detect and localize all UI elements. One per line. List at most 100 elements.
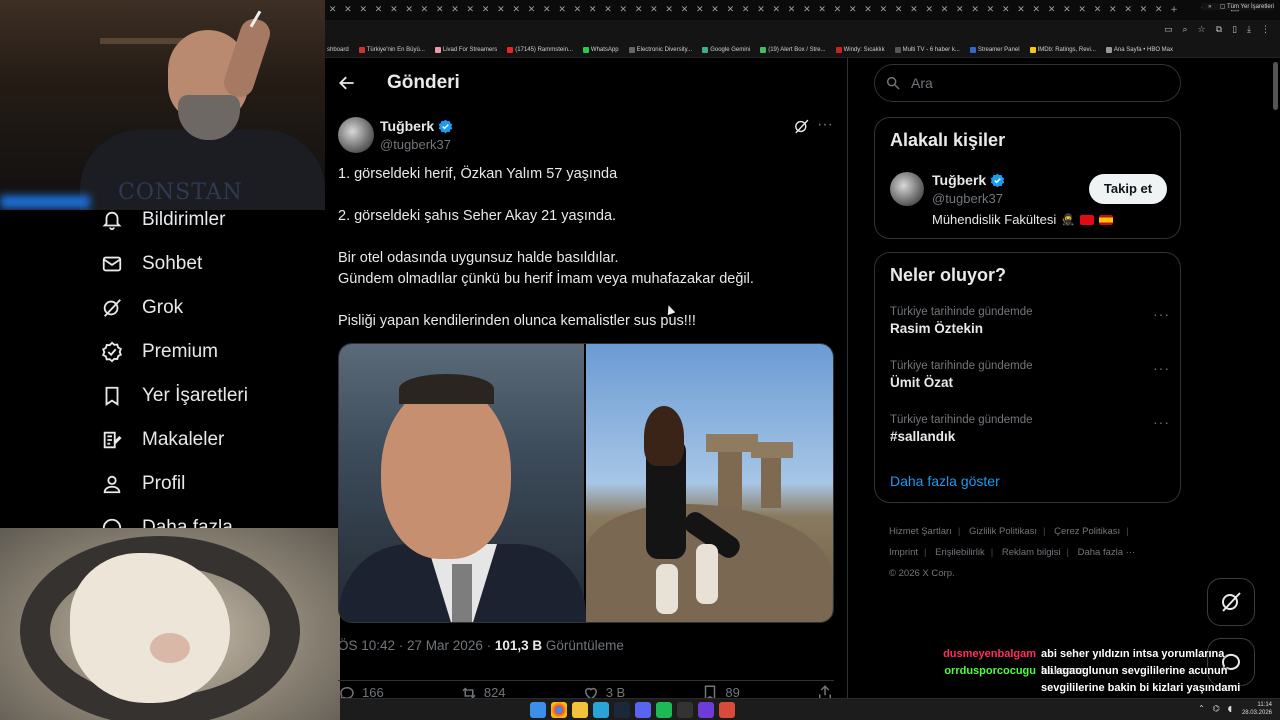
browser-tab-x-icon[interactable]: ✕: [585, 5, 600, 15]
browser-tab-x-icon[interactable]: ✕: [386, 5, 401, 15]
browser-tab-x-icon[interactable]: ✕: [952, 5, 967, 15]
browser-tab-x-icon[interactable]: ✕: [539, 5, 554, 15]
bookmark-item[interactable]: (19) Alert Box / Stre...: [760, 46, 826, 53]
browser-tab-x-icon[interactable]: ✕: [1120, 5, 1135, 15]
browser-tab-x-icon[interactable]: ✕: [340, 5, 355, 15]
app-icon[interactable]: [719, 702, 735, 718]
bookmark-item[interactable]: Türkiye'nin En Büyü...: [358, 46, 425, 53]
footer-link[interactable]: Daha fazla ···: [1078, 547, 1136, 558]
start-icon[interactable]: [530, 702, 546, 718]
author-name[interactable]: Tuğberk: [380, 118, 453, 134]
browser-tab-x-icon[interactable]: ✕: [1075, 5, 1090, 15]
browser-tab-x-icon[interactable]: ✕: [1090, 5, 1105, 15]
bookmark-item[interactable]: Streamer Panel: [969, 46, 1020, 53]
browser-tab-x-icon[interactable]: ✕: [401, 5, 416, 15]
volume-icon[interactable]: ◖: [1228, 704, 1232, 713]
browser-tab-x-icon[interactable]: ✕: [524, 5, 539, 15]
avatar[interactable]: [338, 117, 374, 153]
spotify-icon[interactable]: [656, 702, 672, 718]
bookmark-item[interactable]: IMDb: Ratings, Revi...: [1029, 46, 1096, 53]
browser-tab-x-icon[interactable]: ✕: [616, 5, 631, 15]
browser-tab-x-icon[interactable]: ✕: [922, 5, 937, 15]
show-more-link[interactable]: Daha fazla göster: [890, 473, 1000, 489]
nav-item-chat[interactable]: Sohbet: [100, 248, 202, 280]
tray-chevron-icon[interactable]: ⌃: [1198, 704, 1205, 713]
chrome-icon[interactable]: [551, 702, 567, 718]
more-options-icon[interactable]: ···: [1153, 414, 1170, 430]
browser-tab-x-icon[interactable]: ✕: [1029, 5, 1044, 15]
browser-tab-x-icon[interactable]: ✕: [463, 5, 478, 15]
browser-tab-x-icon[interactable]: ✕: [738, 5, 753, 15]
footer-link[interactable]: Çerez Politikası: [1054, 526, 1120, 537]
bookmark-item[interactable]: (17145) Rammstein...: [507, 46, 573, 53]
explorer-icon[interactable]: [572, 702, 588, 718]
star-icon[interactable]: ☆: [1198, 25, 1206, 35]
browser-tab-x-icon[interactable]: ✕: [631, 5, 646, 15]
footer-link[interactable]: Erişilebilirlik: [935, 547, 985, 558]
nav-item-profile[interactable]: Profil: [100, 468, 185, 500]
post-image-2[interactable]: [586, 344, 833, 622]
footer-link[interactable]: Gizlilik Politikası: [969, 526, 1037, 537]
more-options-icon[interactable]: ···: [1153, 306, 1170, 322]
grok-explain-icon[interactable]: [793, 118, 811, 136]
nav-item-grok[interactable]: Grok: [100, 292, 183, 324]
extensions-icon[interactable]: ⧉: [1216, 25, 1222, 35]
browser-tab-x-icon[interactable]: ✕: [1105, 5, 1120, 15]
search-input[interactable]: Ara: [874, 64, 1181, 102]
browser-tab-x-icon[interactable]: ✕: [1059, 5, 1074, 15]
browser-tab-x-icon[interactable]: ✕: [600, 5, 615, 15]
browser-tab-x-icon[interactable]: ✕: [432, 5, 447, 15]
related-handle[interactable]: @tugberk37: [932, 191, 1003, 206]
network-icon[interactable]: ⌬: [1213, 704, 1220, 713]
bookmark-item[interactable]: Windy: Sıcaklık: [835, 46, 885, 53]
nav-item-notifications[interactable]: Bildirimler: [100, 204, 225, 236]
browser-tab-x-icon[interactable]: ✕: [845, 5, 860, 15]
bookmark-item[interactable]: Electronic Diversity...: [628, 46, 692, 53]
new-tab-icon[interactable]: +: [1166, 5, 1181, 15]
browser-tab-x-icon[interactable]: ✕: [447, 5, 462, 15]
post-media[interactable]: [338, 343, 834, 623]
avatar[interactable]: [890, 172, 924, 206]
footer-link[interactable]: Reklam bilgisi: [1002, 547, 1061, 558]
all-bookmarks[interactable]: » ▢ Tüm Yer İşaretleri: [1202, 3, 1274, 10]
footer-link[interactable]: Hizmet Şartları: [889, 526, 952, 537]
nav-item-articles[interactable]: Makaleler: [100, 424, 224, 456]
browser-tab-x-icon[interactable]: ✕: [325, 5, 340, 15]
discord-icon[interactable]: [635, 702, 651, 718]
clock[interactable]: 11:14 28.03.2026: [1242, 701, 1272, 717]
browser-tab-x-icon[interactable]: ✕: [784, 5, 799, 15]
bookmark-item[interactable]: Livad For Streamers: [434, 46, 497, 53]
app-icon[interactable]: [698, 702, 714, 718]
browser-tab-x-icon[interactable]: ✕: [998, 5, 1013, 15]
bookmark-item[interactable]: shboard: [327, 47, 349, 53]
grok-fab-button[interactable]: [1207, 578, 1255, 626]
browser-tab-x-icon[interactable]: ✕: [493, 5, 508, 15]
steam-icon[interactable]: [614, 702, 630, 718]
more-options-icon[interactable]: ···: [817, 117, 835, 136]
post-timestamp[interactable]: ÖS 10:42 · 27 Mar 2026 ·: [338, 638, 495, 653]
back-arrow-icon[interactable]: [337, 73, 359, 95]
browser-tab-x-icon[interactable]: ✕: [753, 5, 768, 15]
nav-item-bookmarks[interactable]: Yer İşaretleri: [100, 380, 248, 412]
browser-tab-x-icon[interactable]: ✕: [707, 5, 722, 15]
trend-item[interactable]: Türkiye tarihinde gündemde Rasim Öztekin…: [890, 306, 1170, 336]
browser-tab-x-icon[interactable]: ✕: [799, 5, 814, 15]
trend-item[interactable]: Türkiye tarihinde gündemde Ümit Özat ···: [890, 360, 1170, 390]
cast-icon[interactable]: ▭: [1164, 25, 1173, 35]
bookmark-item[interactable]: Multi TV - 6 haber k...: [894, 46, 960, 53]
sidepanel-icon[interactable]: ▯: [1232, 25, 1237, 35]
browser-tab-x-icon[interactable]: ✕: [677, 5, 692, 15]
browser-tab-x-icon[interactable]: ✕: [1151, 5, 1166, 15]
browser-tab-x-icon[interactable]: ✕: [830, 5, 845, 15]
browser-tab-x-icon[interactable]: ✕: [662, 5, 677, 15]
browser-tab-x-icon[interactable]: ✕: [769, 5, 784, 15]
browser-tab-x-icon[interactable]: ✕: [570, 5, 585, 15]
footer-link[interactable]: Imprint: [889, 547, 918, 558]
browser-tab-x-icon[interactable]: ✕: [815, 5, 830, 15]
edge-icon[interactable]: [593, 702, 609, 718]
browser-tab-x-icon[interactable]: ✕: [860, 5, 875, 15]
browser-tab-x-icon[interactable]: ✕: [723, 5, 738, 15]
browser-tab-x-icon[interactable]: ✕: [417, 5, 432, 15]
browser-menu-icon[interactable]: ⋮: [1261, 25, 1270, 35]
browser-tab-x-icon[interactable]: ✕: [937, 5, 952, 15]
